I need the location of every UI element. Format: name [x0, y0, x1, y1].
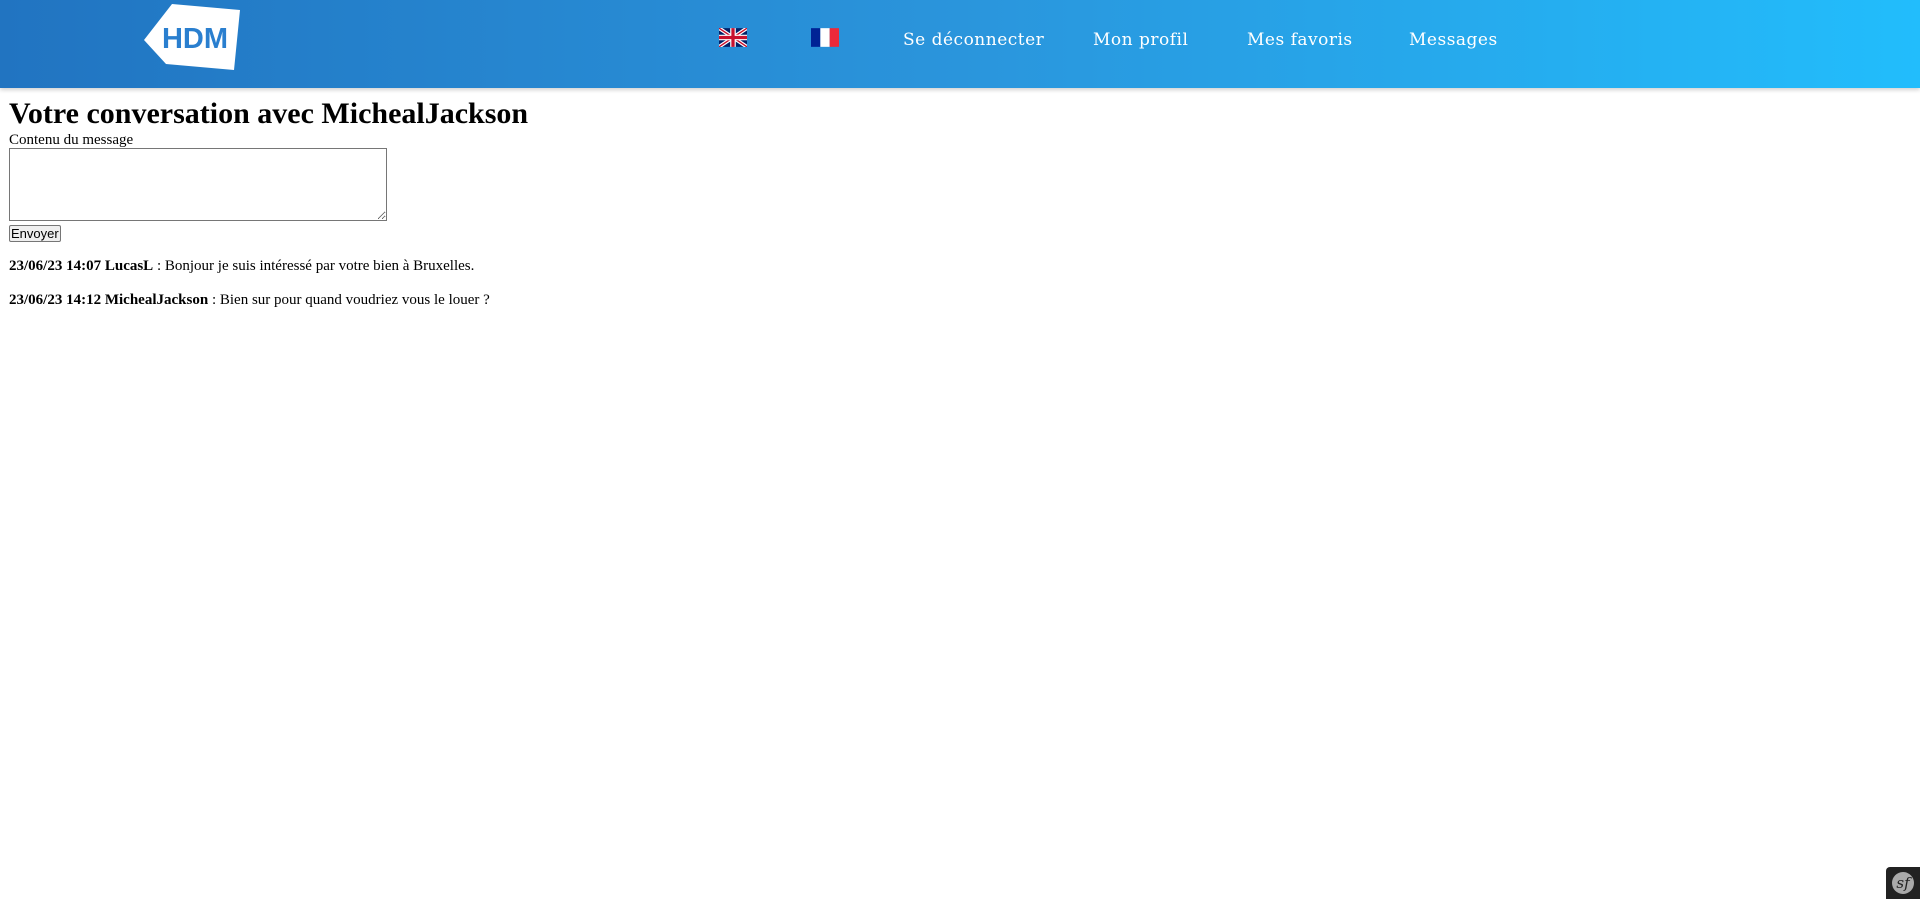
nav-profile-link[interactable]: Mon profil: [1093, 30, 1188, 50]
message-separator: :: [208, 292, 220, 308]
message-item: 23/06/23 14:07 LucasL : Bonjour je suis …: [9, 258, 1889, 275]
uk-flag-icon[interactable]: [719, 28, 747, 47]
nav-messages-link[interactable]: Messages: [1409, 30, 1498, 50]
top-navbar: HDM Se déconnecter Mon profil Mes favori…: [0, 0, 1920, 88]
message-item: 23/06/23 14:12 MichealJackson : Bien sur…: [9, 292, 1889, 309]
message-header: 23/06/23 14:07 LucasL: [9, 258, 153, 274]
conversation-content: Votre conversation avec MichealJackson C…: [9, 96, 1889, 309]
message-author: LucasL: [104, 258, 154, 274]
nav-favorites-link[interactable]: Mes favoris: [1247, 30, 1353, 50]
debug-toolbar-toggle[interactable]: sf: [1886, 867, 1920, 899]
message-content-label: Contenu du message: [9, 132, 134, 148]
page-title: Votre conversation avec MichealJackson: [9, 97, 529, 130]
hdm-logo[interactable]: HDM: [142, 2, 242, 72]
message-author: MichealJackson: [104, 292, 209, 308]
message-timestamp: 23/06/23 14:07: [9, 258, 102, 274]
message-separator: :: [153, 258, 165, 274]
message-text: Bonjour je suis intéressé par votre bien…: [164, 258, 475, 274]
french-flag-icon[interactable]: [811, 28, 839, 47]
logo-text: HDM: [162, 23, 228, 55]
nav-logout-link[interactable]: Se déconnecter: [903, 30, 1044, 50]
message-content-textarea[interactable]: [9, 148, 387, 221]
send-button[interactable]: Envoyer: [9, 225, 61, 242]
message-timestamp: 23/06/23 14:12: [9, 292, 102, 308]
symfony-icon: sf: [1892, 872, 1914, 894]
message-text: Bien sur pour quand voudriez vous le lou…: [219, 292, 490, 308]
message-header: 23/06/23 14:12 MichealJackson: [9, 292, 208, 308]
